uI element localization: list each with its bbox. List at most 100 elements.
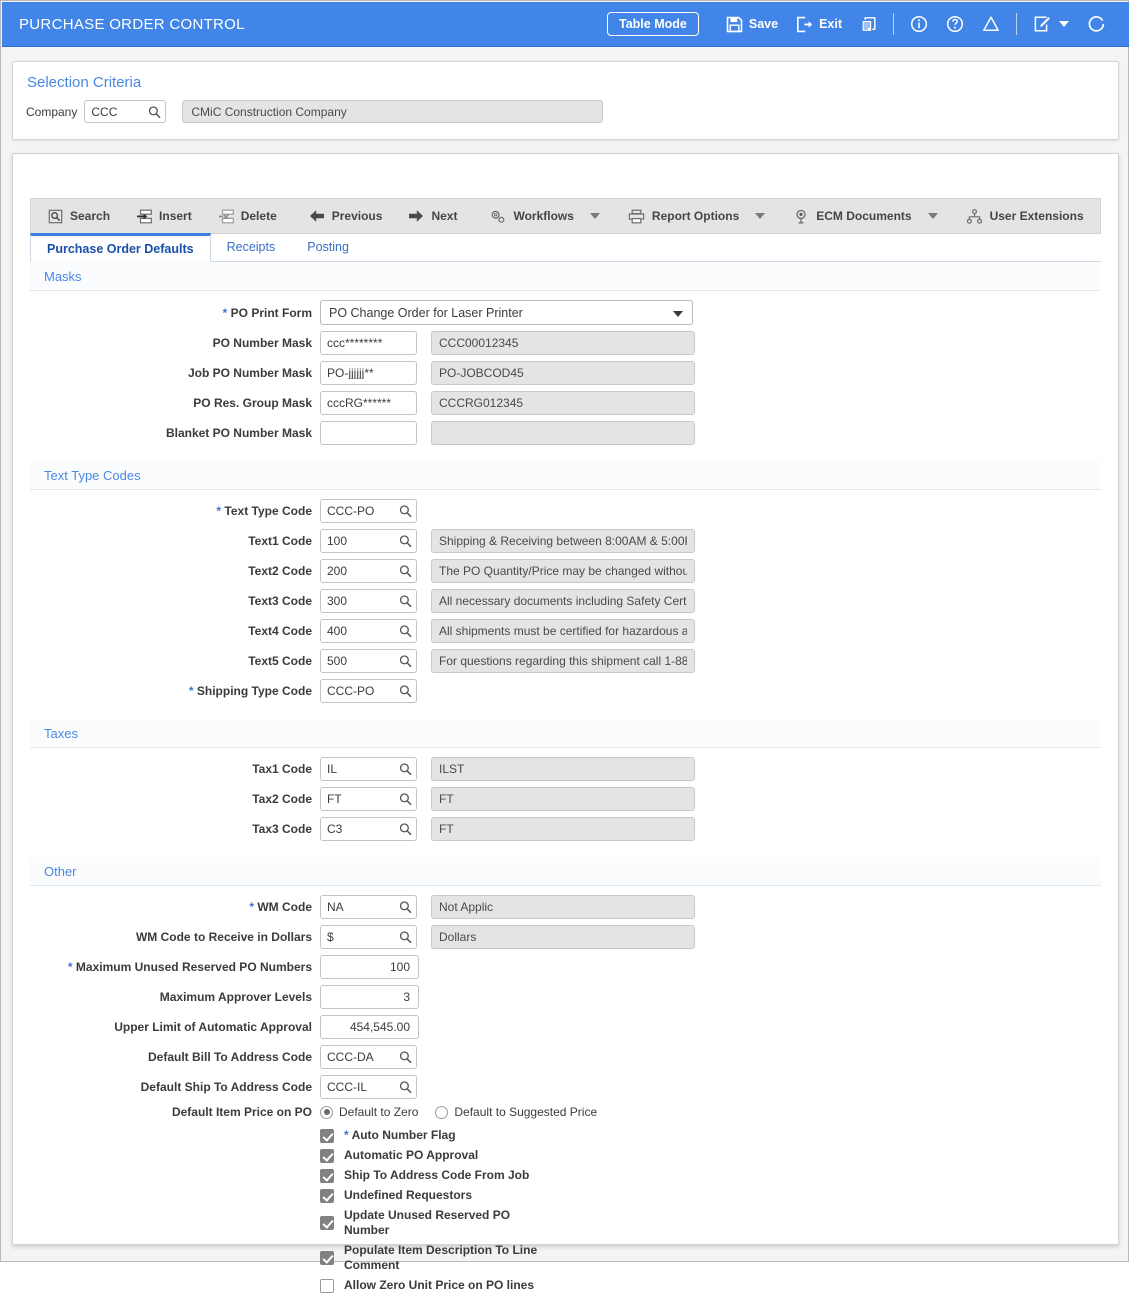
- checkbox-undefined-requestors[interactable]: [320, 1188, 334, 1203]
- search-icon[interactable]: [399, 1081, 412, 1094]
- search-icon[interactable]: [399, 655, 412, 668]
- wm-code-dollars-input[interactable]: $: [320, 925, 417, 949]
- search-icon[interactable]: [399, 565, 412, 578]
- chevron-down-icon[interactable]: [673, 310, 683, 317]
- job-po-number-mask-input[interactable]: PO-jjjjjj**: [320, 361, 417, 385]
- text-type-code-input[interactable]: CCC-PO: [320, 499, 417, 523]
- text5-description-value: For questions regarding this shipment ca…: [439, 654, 687, 668]
- checkbox-undefined-requestors-label: Undefined Requestors: [344, 1188, 473, 1202]
- upper-limit-auto-approval-input[interactable]: 454,545.00: [320, 1015, 419, 1039]
- default-ship-to-input[interactable]: CCC-IL: [320, 1075, 417, 1099]
- copy-button[interactable]: [851, 2, 886, 46]
- text1-code-input[interactable]: 100: [320, 529, 417, 553]
- workflows-label: Workflows: [513, 209, 574, 223]
- ecm-chevron-down-icon[interactable]: [927, 213, 938, 219]
- search-icon[interactable]: [399, 763, 412, 776]
- wm-code-dollars-description-value: Dollars: [439, 930, 477, 944]
- blanket-po-number-mask-row: Blanket PO Number Mask: [30, 421, 1101, 445]
- save-label: Save: [748, 17, 779, 31]
- default-item-price-row: Default Item Price on PO Default to Zero…: [30, 1105, 1101, 1119]
- default-bill-to-value: CCC-DA: [327, 1051, 374, 1063]
- blanket-po-number-mask-preview: [431, 421, 695, 445]
- text3-description: All necessary documents including Safety…: [431, 589, 695, 613]
- tab-posting[interactable]: Posting: [291, 233, 365, 261]
- save-button[interactable]: Save: [717, 2, 787, 46]
- text2-code-input[interactable]: 200: [320, 559, 417, 583]
- help-button[interactable]: [937, 2, 973, 46]
- text5-code-input[interactable]: 500: [320, 649, 417, 673]
- search-action[interactable]: Search: [35, 203, 123, 229]
- insert-action[interactable]: Insert: [123, 203, 205, 229]
- po-number-mask-input[interactable]: ccc********: [320, 331, 417, 355]
- tax2-code-input[interactable]: FT: [320, 787, 417, 811]
- tax1-code-input[interactable]: IL: [320, 757, 417, 781]
- checkbox-populate-item-description[interactable]: [320, 1251, 334, 1265]
- user-extensions-action[interactable]: User Extensions: [953, 203, 1097, 229]
- table-mode-button[interactable]: Table Mode: [607, 11, 699, 37]
- gears-icon: [492, 210, 505, 223]
- search-icon[interactable]: [399, 931, 412, 944]
- default-bill-to-input[interactable]: CCC-DA: [320, 1045, 417, 1069]
- exit-button[interactable]: Exit: [787, 2, 851, 46]
- next-action[interactable]: Next: [395, 203, 470, 229]
- tax1-description: ILST: [431, 757, 695, 781]
- search-icon[interactable]: [399, 793, 412, 806]
- tab-purchase-order-defaults[interactable]: Purchase Order Defaults: [30, 233, 211, 262]
- search-icon[interactable]: [399, 901, 412, 914]
- search-icon[interactable]: [399, 595, 412, 608]
- refresh-button[interactable]: [1078, 2, 1115, 46]
- arrow-right-icon: [409, 210, 424, 222]
- search-icon[interactable]: [399, 685, 412, 698]
- radio-default-to-zero[interactable]: [320, 1105, 333, 1119]
- text5-description: For questions regarding this shipment ca…: [431, 649, 695, 673]
- warning-button[interactable]: [973, 2, 1009, 46]
- user-extensions-label: User Extensions: [989, 209, 1084, 223]
- text4-description: All shipments must be certified for haza…: [431, 619, 695, 643]
- report-options-action[interactable]: Report Options: [615, 203, 752, 229]
- text5-code-value: 500: [327, 655, 348, 667]
- application-window: PURCHASE ORDER CONTROL Table Mode Save E…: [0, 0, 1129, 1293]
- checkbox-automatic-po-approval[interactable]: [320, 1148, 334, 1163]
- ecm-icon: [796, 209, 806, 223]
- po-res-group-mask-label: PO Res. Group Mask: [193, 396, 312, 410]
- selection-criteria-panel: Selection Criteria Company CCC CMiC Cons…: [12, 61, 1119, 140]
- chevron-down-icon[interactable]: [1059, 21, 1069, 27]
- search-icon[interactable]: [399, 505, 412, 518]
- tax3-code-input[interactable]: C3: [320, 817, 417, 841]
- blanket-po-number-mask-input[interactable]: [320, 421, 417, 445]
- tab-receipts[interactable]: Receipts: [211, 233, 292, 261]
- po-res-group-mask-input[interactable]: cccRG******: [320, 391, 417, 415]
- wm-code-dollars-label: WM Code to Receive in Dollars: [135, 930, 312, 944]
- checkbox-allow-zero-unit-price[interactable]: [320, 1278, 334, 1293]
- search-icon[interactable]: [148, 105, 161, 118]
- search-icon[interactable]: [399, 625, 412, 638]
- workflows-action[interactable]: Workflows: [476, 203, 586, 229]
- text3-code-row: Text3 Code 300 All necessary documents i…: [30, 589, 1101, 613]
- shipping-type-code-input[interactable]: CCC-PO: [320, 679, 417, 703]
- max-unused-reserved-input[interactable]: 100: [320, 955, 419, 979]
- search-icon[interactable]: [399, 1051, 412, 1064]
- po-print-form-select[interactable]: PO Change Order for Laser Printer: [320, 300, 693, 325]
- report-options-chevron-down-icon[interactable]: [755, 213, 766, 219]
- search-icon[interactable]: [399, 823, 412, 836]
- section-other-title: Other: [30, 857, 1101, 886]
- radio-default-to-suggested-price[interactable]: [435, 1105, 449, 1119]
- max-approver-levels-input[interactable]: 3: [320, 985, 419, 1009]
- checkbox-update-unused-reserved-po-number[interactable]: [320, 1216, 334, 1230]
- previous-action[interactable]: Previous: [296, 203, 396, 229]
- ecm-documents-action[interactable]: ECM Documents: [780, 203, 924, 229]
- wm-code-input[interactable]: NA: [320, 895, 417, 919]
- delete-action[interactable]: Delete: [205, 203, 290, 229]
- notes-button[interactable]: [1024, 2, 1078, 46]
- text4-code-input[interactable]: 400: [320, 619, 417, 643]
- search-icon[interactable]: [399, 535, 412, 548]
- checkbox-row-auto-number-flag: * Auto Number Flag: [30, 1128, 1101, 1143]
- checkbox-ship-to-address-from-job[interactable]: [320, 1168, 334, 1183]
- workflows-chevron-down-icon[interactable]: [589, 213, 600, 219]
- default-bill-to-row: Default Bill To Address Code CCC-DA: [30, 1045, 1101, 1069]
- text3-code-input[interactable]: 300: [320, 589, 417, 613]
- company-code-input[interactable]: CCC: [84, 100, 167, 123]
- checkbox-auto-number-flag[interactable]: [320, 1128, 334, 1143]
- info-button[interactable]: [901, 2, 937, 46]
- po-res-group-mask-row: PO Res. Group Mask cccRG****** CCCRG0123…: [30, 391, 1101, 415]
